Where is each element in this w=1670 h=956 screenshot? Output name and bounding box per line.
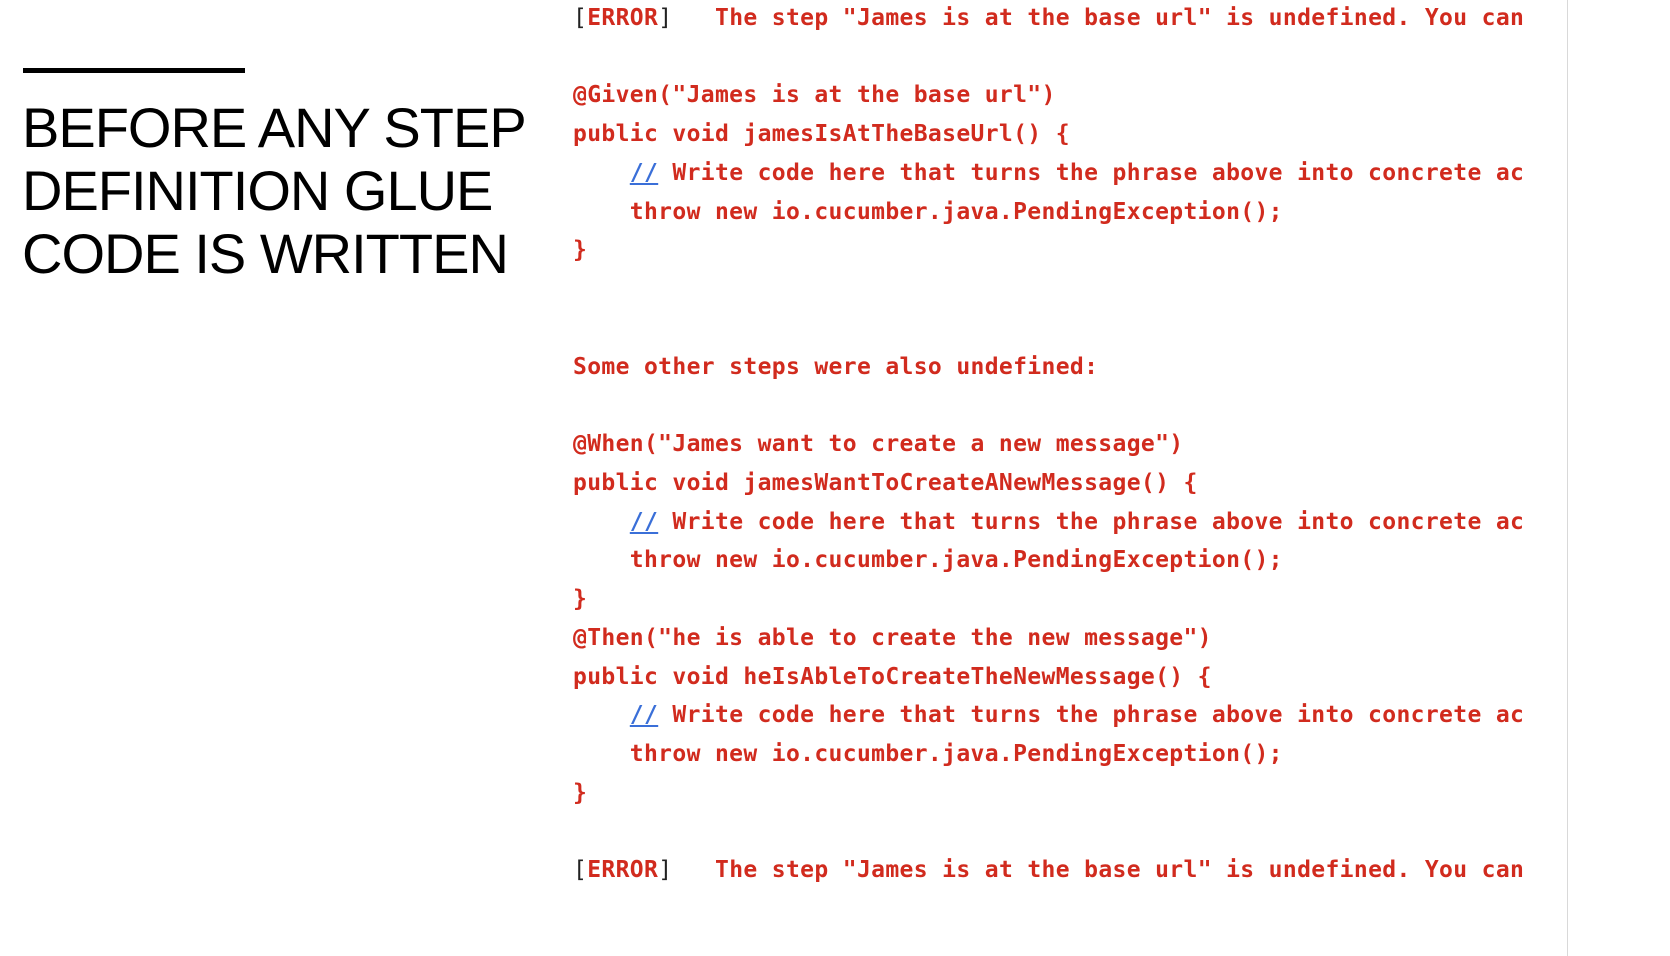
when-throw: throw new io.cucumber.java.PendingExcept… <box>573 547 1283 573</box>
error-bracket-close: ] <box>658 857 673 883</box>
other-steps-message: Some other steps were also undefined: <box>573 354 1099 380</box>
comment-text: Write code here that turns the phrase ab… <box>658 702 1525 728</box>
error-label: ERROR <box>587 857 659 883</box>
comment-text: Write code here that turns the phrase ab… <box>658 160 1525 186</box>
error-bracket-close: ] <box>658 5 673 31</box>
error-message: The step "James is at the base url" is u… <box>672 5 1525 31</box>
error-message: The step "James is at the base url" is u… <box>672 857 1525 883</box>
when-signature: public void jamesWantToCreateANewMessage… <box>573 470 1198 496</box>
then-annotation: @Then("he is able to create the new mess… <box>573 625 1212 651</box>
comment-slashes: // <box>629 702 659 728</box>
then-comment: // Write code here that turns the phrase… <box>573 700 1524 730</box>
error-bracket-open: [ <box>573 5 588 31</box>
comment-slashes: // <box>629 509 659 535</box>
given-annotation: @Given("James is at the base url") <box>573 82 1056 108</box>
then-signature: public void heIsAbleToCreateTheNewMessag… <box>573 664 1212 690</box>
error-label: ERROR <box>587 5 659 31</box>
given-throw: throw new io.cucumber.java.PendingExcept… <box>573 199 1283 225</box>
comment-slashes: // <box>629 160 659 186</box>
error-line-1: [ERROR] The step "James is at the base u… <box>573 3 1524 33</box>
error-line-2: [ERROR] The step "James is at the base u… <box>573 855 1524 885</box>
comment-text: Write code here that turns the phrase ab… <box>658 509 1525 535</box>
when-annotation: @When("James want to create a new messag… <box>573 431 1184 457</box>
slide: BEFORE ANY STEP DEFINITION GLUE CODE IS … <box>0 0 1670 956</box>
screenshot-edge-divider <box>1567 0 1568 956</box>
then-closing-brace: } <box>573 780 588 806</box>
then-throw: throw new io.cucumber.java.PendingExcept… <box>573 741 1283 767</box>
given-closing-brace: } <box>573 237 588 263</box>
given-comment: // Write code here that turns the phrase… <box>573 158 1524 188</box>
given-signature: public void jamesIsAtTheBaseUrl() { <box>573 121 1070 147</box>
console-output: [ERROR] The step "James is at the base u… <box>0 0 1567 956</box>
when-closing-brace: } <box>573 586 588 612</box>
when-comment: // Write code here that turns the phrase… <box>573 507 1524 537</box>
error-bracket-open: [ <box>573 857 588 883</box>
